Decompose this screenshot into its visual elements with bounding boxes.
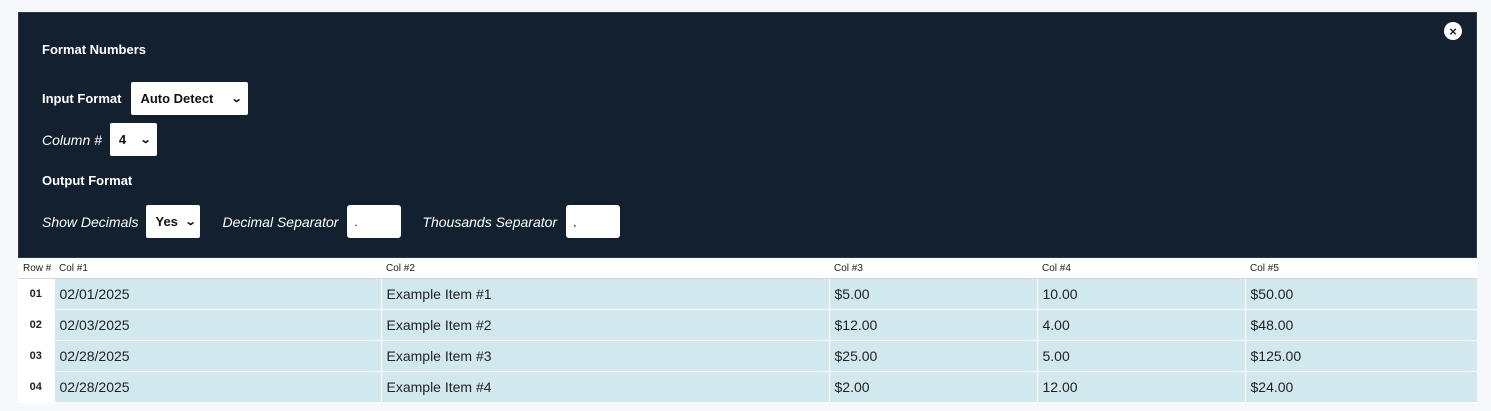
table-cell[interactable]: $24.00: [1244, 371, 1477, 403]
column-header: Col #5: [1245, 258, 1477, 279]
row-number: 01: [18, 278, 54, 310]
data-table: Row # Col #1 Col #2 Col #3 Col #4 Col #5…: [18, 258, 1477, 403]
close-icon[interactable]: ×: [1444, 22, 1462, 40]
decimal-separator-label: Decimal Separator: [222, 213, 339, 230]
table-row: 03 02/28/2025 Example Item #3 $25.00 5.0…: [18, 340, 1477, 372]
input-format-value: Auto Detect: [140, 91, 214, 106]
table-cell[interactable]: Example Item #3: [380, 340, 829, 372]
row-number: 02: [18, 309, 54, 341]
table-header-row: Row # Col #1 Col #2 Col #3 Col #4 Col #5: [18, 258, 1477, 279]
table-cell[interactable]: Example Item #1: [380, 278, 829, 310]
table-cell[interactable]: Example Item #2: [380, 309, 829, 341]
table-cell[interactable]: $12.00: [828, 309, 1037, 341]
row-number: 04: [18, 371, 54, 403]
table-row: 04 02/28/2025 Example Item #4 $2.00 12.0…: [18, 371, 1477, 403]
table-cell[interactable]: 5.00: [1036, 340, 1245, 372]
format-numbers-dialog: × Format Numbers Input Format Auto Detec…: [18, 12, 1477, 258]
table-cell[interactable]: $2.00: [828, 371, 1037, 403]
column-label: Column #: [42, 131, 102, 148]
table-cell[interactable]: $48.00: [1244, 309, 1477, 341]
row-number: 03: [18, 340, 54, 372]
thousands-separator-label: Thousands Separator: [422, 213, 558, 230]
table-cell[interactable]: 12.00: [1036, 371, 1245, 403]
chevron-down-icon: ⌄: [139, 134, 152, 146]
show-decimals-label: Show Decimals: [42, 213, 139, 230]
output-format-heading: Output Format: [42, 173, 133, 188]
column-value: 4: [118, 132, 127, 147]
thousands-separator-input[interactable]: ,: [566, 205, 621, 238]
table-cell[interactable]: 02/01/2025: [53, 278, 381, 310]
table-cell[interactable]: 02/28/2025: [53, 371, 381, 403]
column-header: Row #: [18, 258, 54, 279]
table-cell[interactable]: $125.00: [1244, 340, 1477, 372]
chevron-down-icon: ⌄: [184, 216, 197, 228]
table-cell[interactable]: $50.00: [1244, 278, 1477, 310]
input-format-row: Input Format Auto Detect ⌄: [42, 82, 249, 115]
chevron-down-icon: ⌄: [230, 93, 243, 105]
column-select[interactable]: 4 ⌄: [109, 123, 157, 156]
show-decimals-value: Yes: [155, 214, 178, 229]
table-cell[interactable]: 02/28/2025: [53, 340, 381, 372]
input-format-label: Input Format: [42, 91, 122, 106]
table-cell[interactable]: 10.00: [1036, 278, 1245, 310]
table-row: 02 02/03/2025 Example Item #2 $12.00 4.0…: [18, 309, 1477, 341]
table-row: 01 02/01/2025 Example Item #1 $5.00 10.0…: [18, 278, 1477, 310]
column-header: Col #4: [1037, 258, 1245, 279]
column-row: Column # 4 ⌄: [42, 123, 157, 156]
table-cell[interactable]: 4.00: [1036, 309, 1245, 341]
table-cell[interactable]: $5.00: [828, 278, 1037, 310]
table-cell[interactable]: Example Item #4: [380, 371, 829, 403]
output-format-row: Show Decimals Yes ⌄ Decimal Separator . …: [42, 205, 621, 238]
column-header: Col #2: [381, 258, 829, 279]
decimal-separator-input[interactable]: .: [347, 205, 402, 238]
table-cell[interactable]: $25.00: [828, 340, 1037, 372]
input-format-select[interactable]: Auto Detect ⌄: [131, 82, 249, 115]
show-decimals-select[interactable]: Yes ⌄: [146, 205, 201, 238]
dialog-title: Format Numbers: [42, 42, 147, 57]
column-header: Col #1: [54, 258, 381, 279]
table-cell[interactable]: 02/03/2025: [53, 309, 381, 341]
column-header: Col #3: [829, 258, 1037, 279]
